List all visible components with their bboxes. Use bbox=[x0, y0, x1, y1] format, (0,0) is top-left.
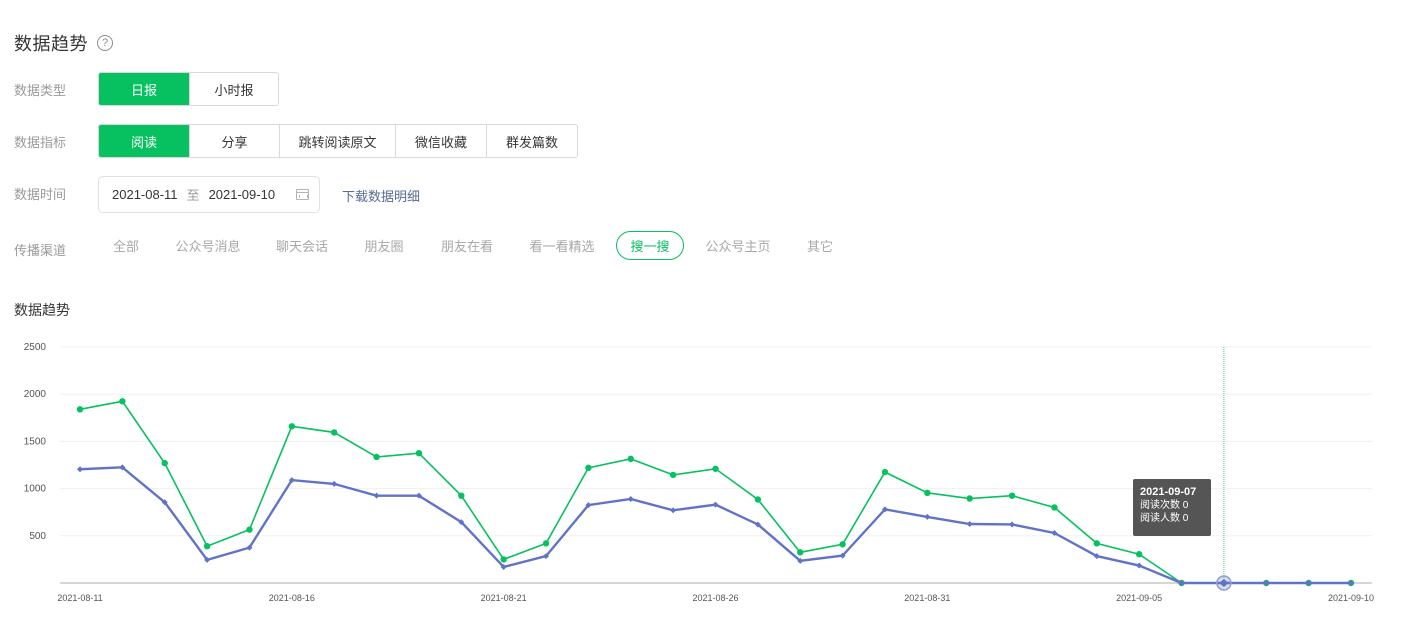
data-point bbox=[77, 466, 83, 473]
x-tick-label: 2021-09-05 bbox=[1116, 593, 1162, 603]
x-tick-label: 2021-08-16 bbox=[269, 593, 315, 603]
channel-friends-watching[interactable]: 朋友在看 bbox=[432, 231, 502, 260]
page-title-bar: 数据趋势 ? bbox=[14, 30, 113, 56]
data-point bbox=[966, 521, 973, 527]
metric-option-read[interactable]: 阅读 bbox=[99, 125, 189, 157]
help-icon[interactable]: ? bbox=[97, 35, 113, 51]
tooltip-readers: 阅读人数 0 bbox=[1140, 513, 1189, 524]
time-label: 数据时间 bbox=[14, 187, 67, 202]
channel-search[interactable]: 搜一搜 bbox=[616, 231, 684, 260]
data-point bbox=[924, 489, 931, 497]
x-tick-label: 2021-08-26 bbox=[692, 593, 738, 603]
data-point bbox=[203, 542, 211, 550]
data-point bbox=[669, 471, 677, 479]
data-point bbox=[331, 480, 338, 487]
y-tick-label: 2500 bbox=[24, 342, 47, 353]
data-point bbox=[966, 495, 973, 502]
data-point bbox=[161, 459, 168, 467]
channel-moments[interactable]: 朋友圈 bbox=[356, 231, 412, 260]
metric-label: 数据指标 bbox=[14, 135, 67, 150]
y-tick-label: 1500 bbox=[24, 436, 47, 447]
tooltip-date: 2021-09-07 bbox=[1140, 486, 1197, 498]
calendar-icon[interactable] bbox=[296, 189, 309, 200]
data-point bbox=[924, 513, 931, 520]
data-point bbox=[1093, 540, 1101, 547]
data-point bbox=[797, 549, 804, 556]
data-point bbox=[373, 453, 380, 461]
metric-option-read-original[interactable]: 跳转阅读原文 bbox=[279, 125, 395, 157]
channel-official-message[interactable]: 公众号消息 bbox=[168, 231, 248, 260]
date-separator: 至 bbox=[186, 188, 200, 203]
metric-selector: 阅读 分享 跳转阅读原文 微信收藏 群发篇数 bbox=[98, 124, 578, 158]
start-date: 2021-08-11 bbox=[112, 187, 178, 202]
data-point bbox=[542, 540, 550, 547]
data-type-label: 数据类型 bbox=[14, 83, 67, 98]
chart-title: 数据趋势 bbox=[14, 302, 70, 318]
channel-profile[interactable]: 公众号主页 bbox=[698, 231, 778, 260]
y-tick-label: 1000 bbox=[24, 484, 47, 495]
data-point bbox=[415, 450, 423, 457]
x-tick-label: 2021-09-10 bbox=[1328, 593, 1374, 603]
data-point bbox=[712, 465, 719, 472]
y-tick-label: 500 bbox=[29, 531, 46, 542]
trend-chart: 500 1000 1500 2000 2500 2021-08-11 2021-08-16 2… bbox=[24, 342, 1374, 603]
data-point bbox=[627, 495, 634, 502]
data-point bbox=[754, 496, 762, 503]
channel-label: 传播渠道 bbox=[14, 243, 67, 258]
data-point bbox=[500, 556, 507, 563]
data-point bbox=[373, 492, 380, 499]
data-type-hourly-option[interactable]: 小时报 bbox=[189, 73, 278, 105]
tooltip-reads: 阅读次数 0 bbox=[1140, 500, 1189, 511]
download-detail-link[interactable]: 下载数据明细 bbox=[342, 186, 420, 205]
end-date: 2021-09-10 bbox=[208, 187, 276, 202]
data-point bbox=[119, 398, 126, 405]
data-point bbox=[585, 464, 592, 472]
data-point bbox=[1135, 551, 1143, 558]
data-type-selector: 日报 小时报 bbox=[98, 72, 279, 106]
data-point bbox=[246, 526, 253, 533]
metric-option-posts[interactable]: 群发篇数 bbox=[486, 125, 577, 157]
channel-other[interactable]: 其它 bbox=[798, 231, 842, 260]
date-range-picker[interactable]: 2021-08-11 至 2021-09-10 bbox=[98, 176, 320, 213]
x-tick-label: 2021-08-21 bbox=[481, 593, 527, 603]
data-point bbox=[331, 429, 338, 436]
metric-option-favorite[interactable]: 微信收藏 bbox=[395, 125, 486, 157]
channel-chat[interactable]: 聊天会话 bbox=[268, 231, 336, 260]
channel-top-stories[interactable]: 看一看精选 bbox=[522, 231, 602, 260]
data-point bbox=[670, 507, 677, 514]
data-point bbox=[627, 455, 634, 463]
chart-tooltip: 2021-09-07 阅读次数 0 阅读人数 0 bbox=[1133, 479, 1211, 536]
data-type-daily-option[interactable]: 日报 bbox=[99, 73, 189, 105]
channel-all[interactable]: 全部 bbox=[104, 231, 148, 260]
x-tick-label: 2021-08-11 bbox=[57, 593, 102, 603]
x-tick-label: 2021-08-31 bbox=[904, 593, 950, 603]
data-point bbox=[288, 423, 296, 430]
data-point bbox=[881, 468, 889, 476]
data-point bbox=[839, 541, 846, 548]
page-title: 数据趋势 bbox=[14, 34, 88, 54]
data-point bbox=[1008, 492, 1016, 499]
data-point bbox=[1051, 504, 1058, 511]
y-tick-label: 2000 bbox=[24, 389, 47, 400]
metric-option-share[interactable]: 分享 bbox=[189, 125, 279, 157]
data-point bbox=[458, 492, 465, 499]
data-point bbox=[1009, 521, 1016, 528]
data-point bbox=[76, 406, 84, 413]
